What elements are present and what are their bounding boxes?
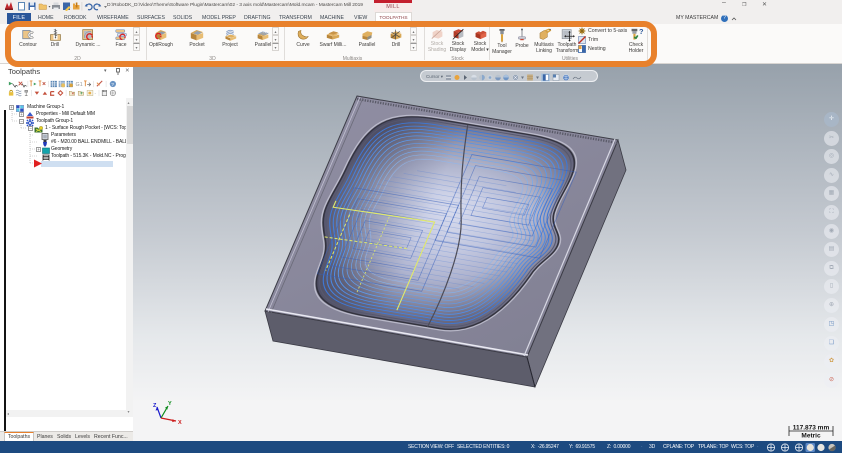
svg-text:Z: Z (153, 403, 157, 409)
svg-text:·: · (94, 91, 96, 97)
svg-text:Y: Y (168, 401, 172, 407)
svg-text:117.873 mm: 117.873 mm (793, 425, 830, 432)
svg-text:?: ? (111, 82, 114, 88)
svg-text:X: X (178, 420, 182, 426)
svg-text:G1: G1 (76, 82, 83, 88)
svg-text:Metric: Metric (801, 433, 821, 440)
